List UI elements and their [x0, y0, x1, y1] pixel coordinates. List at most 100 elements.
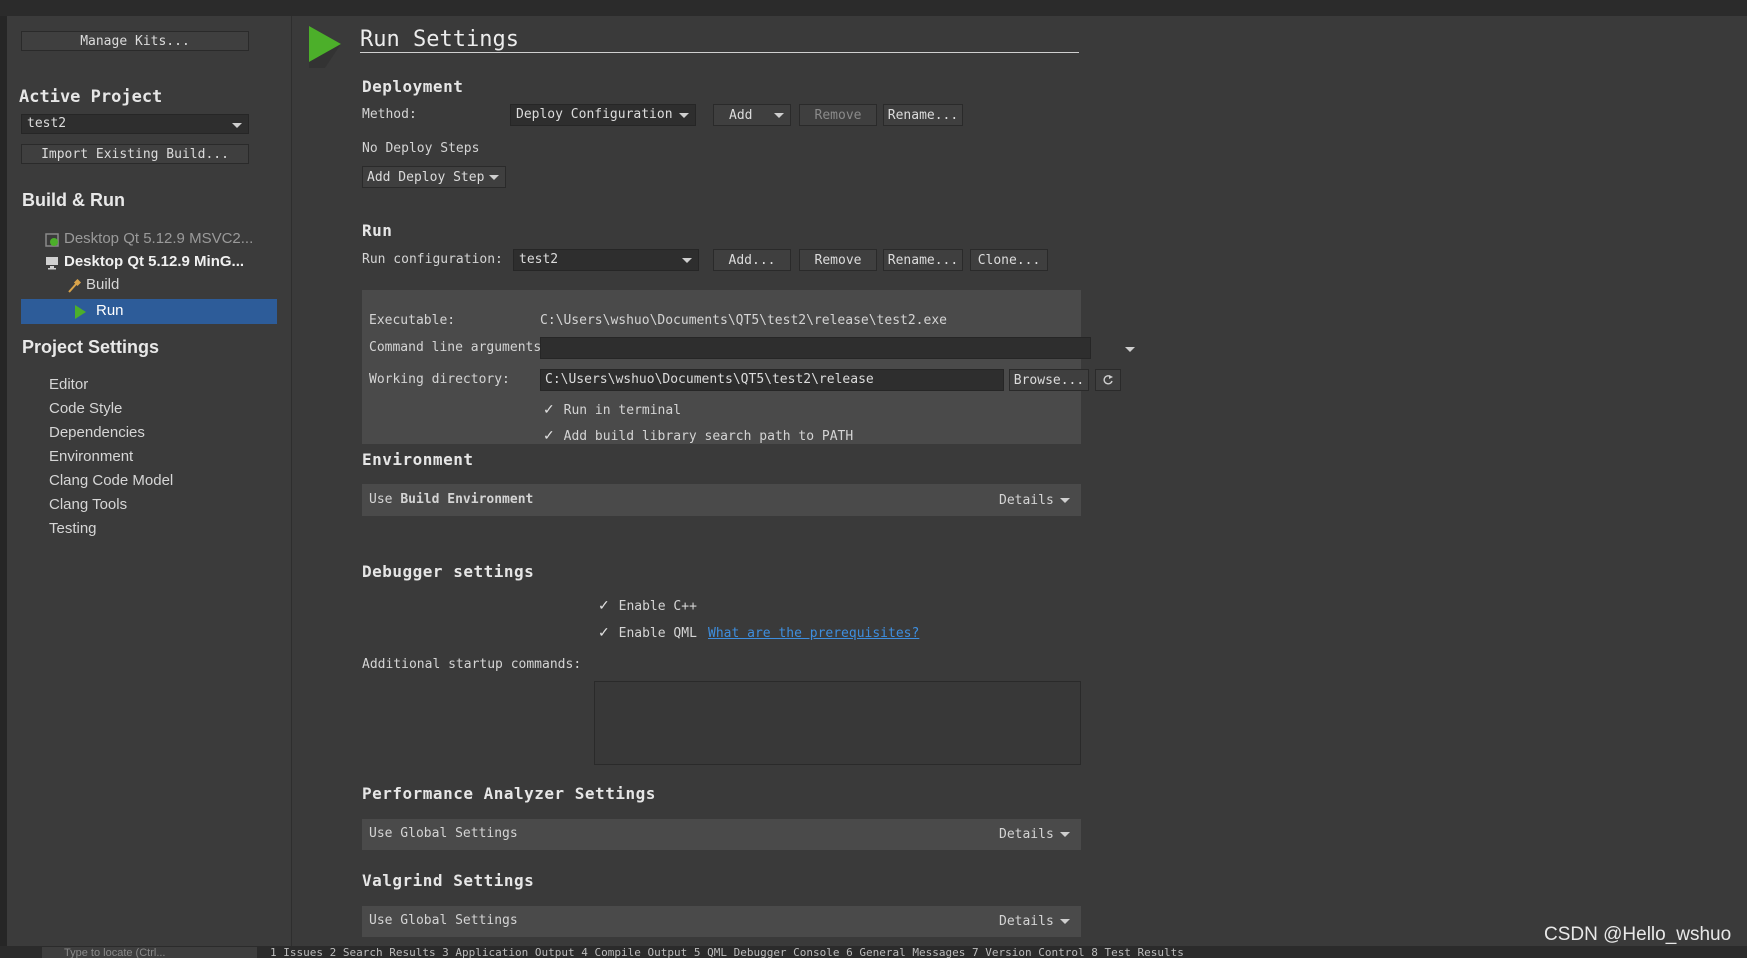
run-settings-page: Run Settings Deployment Method: Deploy C…: [292, 16, 1747, 946]
command-line-arguments-label: Command line arguments:: [369, 340, 550, 355]
active-project-select[interactable]: test2: [21, 114, 249, 134]
executable-value: C:\Users\wshuo\Documents\QT5\test2\relea…: [540, 313, 947, 328]
sidebar-item-run[interactable]: Run: [21, 299, 277, 324]
build-label: Build: [86, 276, 120, 293]
check-icon: ✓: [543, 401, 555, 417]
run-settings-play-icon: [309, 26, 341, 68]
sidebar-item-environment[interactable]: Environment: [49, 448, 133, 465]
mode-selector-strip: [0, 16, 7, 946]
perf-use-global-label: Use Global Settings: [369, 826, 518, 841]
hammer-icon: [68, 279, 81, 293]
add-deploy-step-button[interactable]: Add Deploy Step: [362, 166, 506, 188]
import-existing-build-button[interactable]: Import Existing Build...: [21, 144, 249, 164]
kit-item-msvc[interactable]: Desktop Qt 5.12.9 MSVC2...: [45, 230, 255, 250]
environment-details-button[interactable]: Details: [999, 493, 1072, 508]
run-clone-button[interactable]: Clone...: [970, 249, 1048, 271]
run-remove-button[interactable]: Remove: [799, 249, 877, 271]
sidebar-item-editor[interactable]: Editor: [49, 376, 88, 393]
kit-item-mingw[interactable]: Desktop Qt 5.12.9 MinG...: [45, 253, 255, 273]
run-configuration-select[interactable]: test2: [513, 249, 699, 271]
deploy-remove-button[interactable]: Remove: [799, 104, 877, 126]
watermark: CSDN @Hello_wshuo: [1544, 924, 1732, 945]
locator-placeholder: Type to locate (Ctrl...: [64, 947, 166, 958]
chevron-down-icon: [774, 113, 784, 118]
sidebar-item-dependencies[interactable]: Dependencies: [49, 424, 145, 441]
valgrind-details-button[interactable]: Details: [999, 914, 1072, 929]
chevron-down-icon: [1059, 919, 1070, 924]
environment-value: Build Environment: [400, 492, 534, 507]
run-in-terminal-checkbox[interactable]: ✓ Run in terminal: [543, 401, 681, 418]
reset-directory-button[interactable]: [1095, 369, 1121, 391]
debugger-settings-heading: Debugger settings: [362, 562, 535, 581]
chevron-down-icon: [682, 258, 692, 263]
check-icon: ✓: [543, 427, 555, 443]
run-configuration-value: test2: [519, 252, 559, 267]
environment-use-label: Use Build Environment: [369, 492, 533, 507]
browse-button[interactable]: Browse...: [1009, 369, 1089, 391]
run-heading: Run: [362, 221, 393, 240]
run-add-button[interactable]: Add...: [713, 249, 791, 271]
deploy-rename-button[interactable]: Rename...: [883, 104, 963, 126]
deploy-add-label: Add: [729, 108, 753, 123]
valgrind-bar: Use Global Settings Details: [362, 906, 1081, 937]
run-rename-button[interactable]: Rename...: [883, 249, 963, 271]
check-icon: ✓: [598, 597, 610, 613]
kit-add-icon: [45, 233, 59, 247]
enable-qml-checkbox[interactable]: ✓ Enable QML: [598, 624, 697, 641]
environment-bar: Use Build Environment Details: [362, 484, 1081, 516]
method-label: Method:: [362, 107, 417, 122]
chevron-down-icon: [1059, 832, 1070, 837]
play-icon: [75, 305, 86, 319]
monitor-icon: [46, 257, 58, 270]
run-in-terminal-label: Run in terminal: [563, 403, 682, 418]
perf-details-button[interactable]: Details: [999, 827, 1072, 842]
output-tabs[interactable]: 1 Issues 2 Search Results 3 Application …: [270, 946, 1184, 958]
environment-heading: Environment: [362, 450, 474, 469]
sidebar-item-build[interactable]: Build: [67, 276, 247, 296]
reset-icon: [1103, 375, 1113, 385]
manage-kits-button[interactable]: Manage Kits...: [21, 31, 249, 51]
performance-analyzer-heading: Performance Analyzer Settings: [362, 784, 656, 803]
run-configuration-label: Run configuration:: [362, 252, 503, 267]
add-library-path-label: Add build library search path to PATH: [563, 429, 854, 444]
output-pane-bar: Type to locate (Ctrl... 1 Issues 2 Searc…: [0, 946, 1747, 958]
chevron-down-icon: [489, 175, 499, 180]
sidebar-item-code-style[interactable]: Code Style: [49, 400, 122, 417]
top-bar: [0, 0, 1747, 16]
deployment-heading: Deployment: [362, 77, 464, 96]
prerequisites-link[interactable]: What are the prerequisites?: [708, 626, 919, 641]
additional-startup-commands-input[interactable]: [594, 681, 1081, 765]
deploy-configuration-value: Deploy Configuration: [516, 107, 673, 122]
kit-label: Desktop Qt 5.12.9 MSVC2...: [64, 230, 254, 247]
use-prefix: Use: [369, 492, 393, 507]
sidebar-item-clang-code-model[interactable]: Clang Code Model: [49, 472, 173, 489]
add-library-path-checkbox[interactable]: ✓ Add build library search path to PATH: [543, 427, 853, 444]
additional-startup-commands-label: Additional startup commands:: [362, 657, 582, 672]
active-project-value: test2: [27, 116, 67, 131]
project-settings-heading: Project Settings: [22, 337, 160, 357]
run-details-panel: Executable: C:\Users\wshuo\Documents\QT5…: [362, 290, 1135, 444]
details-label: Details: [999, 827, 1054, 842]
executable-label: Executable:: [369, 313, 456, 328]
valgrind-use-global-label: Use Global Settings: [369, 913, 518, 928]
enable-qml-label: Enable QML: [618, 626, 697, 641]
check-icon: ✓: [598, 624, 610, 640]
sidebar-item-clang-tools[interactable]: Clang Tools: [49, 496, 127, 513]
command-line-arguments-input[interactable]: [540, 337, 1091, 359]
chevron-down-icon: [232, 123, 242, 128]
performance-analyzer-bar: Use Global Settings Details: [362, 819, 1081, 850]
add-deploy-step-label: Add Deploy Step: [367, 170, 485, 185]
page-title: Run Settings: [360, 27, 519, 52]
working-directory-input[interactable]: C:\Users\wshuo\Documents\QT5\test2\relea…: [540, 369, 1004, 391]
chevron-down-icon[interactable]: [1125, 347, 1135, 352]
enable-cpp-checkbox[interactable]: ✓ Enable C++: [598, 597, 697, 614]
build-run-heading: Build & Run: [22, 190, 125, 210]
title-underline: [360, 52, 1079, 53]
deploy-add-button[interactable]: Add: [713, 104, 791, 126]
active-project-heading: Active Project: [19, 87, 163, 107]
sidebar-item-testing[interactable]: Testing: [49, 520, 97, 537]
details-label: Details: [999, 493, 1054, 508]
locator-search-input[interactable]: Type to locate (Ctrl...: [42, 947, 257, 958]
valgrind-heading: Valgrind Settings: [362, 871, 535, 890]
deploy-configuration-select[interactable]: Deploy Configuration: [510, 104, 696, 126]
